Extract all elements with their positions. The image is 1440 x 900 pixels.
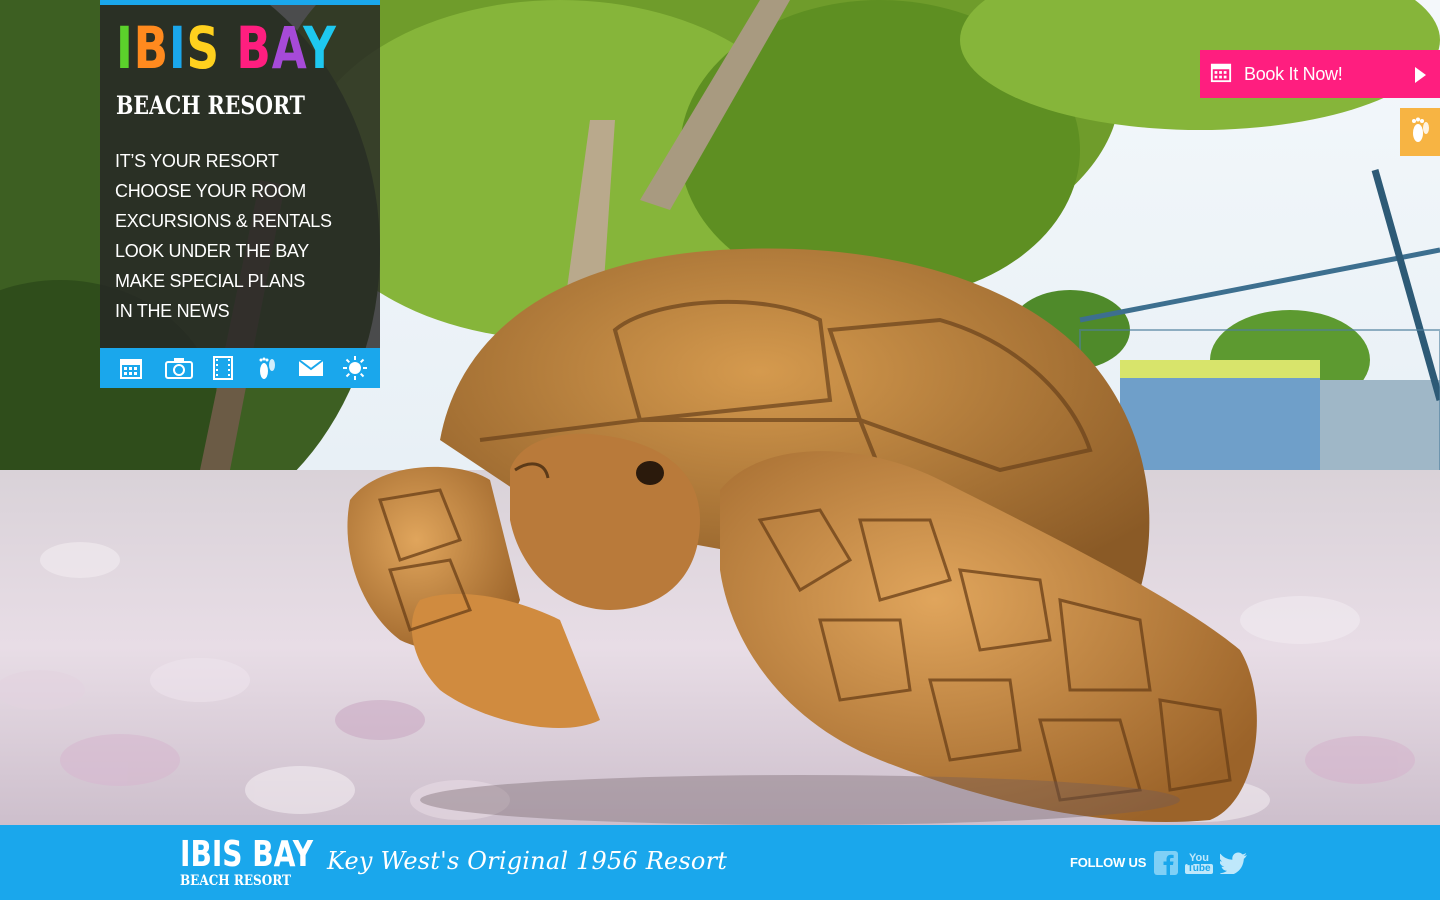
footer-logo-title: IBIS BAY <box>180 834 314 875</box>
site-logo[interactable]: IBIS BAY BEACH RESORT <box>116 19 356 124</box>
facebook-icon[interactable] <box>1152 849 1180 877</box>
logo-letter: I <box>168 14 187 82</box>
sun-icon[interactable] <box>333 348 377 388</box>
nav-panel: IBIS BAY BEACH RESORT IT’S YOUR RESORT C… <box>100 0 380 348</box>
calendar-icon <box>1210 61 1232 88</box>
footer-tagline: Key West's Original 1956 Resort <box>327 847 728 875</box>
menu-item-choose-your-room[interactable]: CHOOSE YOUR ROOM <box>115 180 332 202</box>
youtube-icon[interactable]: You Tube <box>1185 849 1213 877</box>
footprints-icon <box>1409 116 1431 149</box>
book-it-now-button[interactable]: Book It Now! <box>1200 50 1440 98</box>
youtube-tube-text: Tube <box>1185 862 1213 874</box>
youtube-you-text: You <box>1189 851 1209 864</box>
calendar-icon[interactable] <box>119 348 157 388</box>
footer-logo-subtitle: BEACH RESORT <box>180 873 291 889</box>
logo-letter: A <box>271 14 304 82</box>
play-arrow-icon <box>1415 67 1426 83</box>
logo-letter: Y <box>303 14 337 82</box>
menu-item-its-your-resort[interactable]: IT’S YOUR RESORT <box>115 150 332 172</box>
twitter-icon[interactable] <box>1220 849 1248 877</box>
main-menu: IT’S YOUR RESORT CHOOSE YOUR ROOM EXCURS… <box>115 150 332 330</box>
film-icon[interactable] <box>201 348 245 388</box>
menu-item-look-under-the-bay[interactable]: LOOK UNDER THE BAY <box>115 240 332 262</box>
footprints-icon[interactable] <box>245 348 289 388</box>
mail-icon[interactable] <box>289 348 333 388</box>
menu-item-in-the-news[interactable]: IN THE NEWS <box>115 300 332 322</box>
logo-letter: B <box>133 14 169 82</box>
logo-letter: S <box>186 14 220 82</box>
logo-letter <box>220 14 237 82</box>
camera-icon[interactable] <box>157 348 201 388</box>
logo-wordmark: IBIS BAY <box>116 19 336 77</box>
book-it-now-label: Book It Now! <box>1244 63 1343 84</box>
menu-item-excursions-rentals[interactable]: EXCURSIONS & RENTALS <box>115 210 332 232</box>
footer: IBIS BAY BEACH RESORT Key West's Origina… <box>0 825 1440 900</box>
logo-letter: I <box>116 14 134 82</box>
menu-item-make-special-plans[interactable]: MAKE SPECIAL PLANS <box>115 270 332 292</box>
logo-subtitle: BEACH RESORT <box>116 91 305 120</box>
logo-letter: B <box>236 14 272 82</box>
footprints-tab[interactable] <box>1400 108 1440 156</box>
footer-logo[interactable]: IBIS BAY BEACH RESORT <box>180 834 314 895</box>
follow-us-label: FOLLOW US <box>1070 855 1147 870</box>
nav-icon-bar <box>100 348 380 388</box>
